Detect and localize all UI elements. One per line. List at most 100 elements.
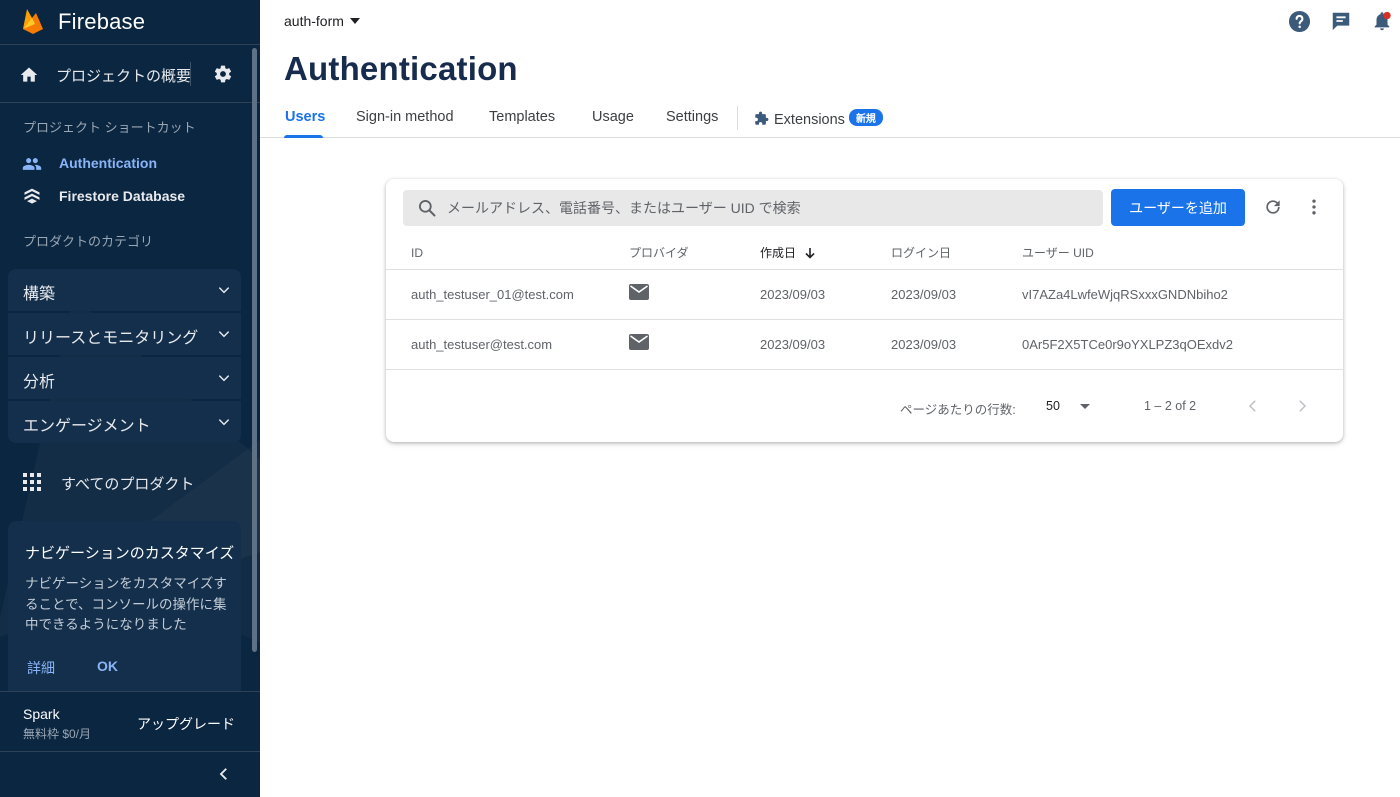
categories-section-title: プロダクトのカテゴリ [23, 234, 154, 249]
search-icon [419, 200, 436, 217]
firebase-logo-icon[interactable] [22, 7, 44, 35]
table-row[interactable]: auth_testuser@test.com 2023/09/03 2023/0… [386, 319, 1343, 370]
category-build[interactable]: 構築 [8, 269, 241, 311]
plan-panel: Spark 無料枠 $0/月 アップグレード [0, 691, 260, 752]
category-label: エンゲージメント [23, 418, 151, 435]
rows-per-page-select[interactable]: 50 [1046, 399, 1060, 413]
column-header-uid[interactable]: ユーザー UID [1022, 237, 1343, 270]
customize-navigation-card: ナビゲーションのカスタマイズ ナビゲーションをカスタマイズすることで、コンソール… [8, 521, 241, 691]
chevron-down-icon [218, 287, 230, 294]
category-label: 構築 [23, 286, 56, 303]
users-card: ユーザーを追加 ID プロバイダ 作成日 ログイン日 ユーザー UID auth… [386, 179, 1343, 442]
feedback-icon[interactable] [1330, 10, 1352, 32]
overview-divider [190, 62, 191, 86]
plan-name: Spark [23, 706, 60, 722]
category-analytics[interactable]: 分析 [8, 357, 241, 399]
cell-uid: vI7AZa4LwfeWjqRSxxxGNDNbiho2 [1022, 269, 1343, 320]
plan-subtitle: 無料枠 $0/月 [23, 727, 92, 741]
customize-title: ナビゲーションのカスタマイズ [25, 545, 235, 562]
sidebar-scrollbar[interactable] [252, 48, 257, 652]
chevron-right-icon[interactable] [1293, 397, 1311, 415]
extension-puzzle-icon [755, 111, 769, 125]
tab-users[interactable]: Users [285, 109, 325, 125]
category-engagement[interactable]: エンゲージメント [8, 401, 241, 443]
notifications-icon[interactable] [1371, 10, 1393, 32]
chevron-down-icon [218, 375, 230, 382]
gear-icon[interactable] [213, 64, 233, 84]
project-overview-row[interactable]: プロジェクトの概要 [0, 46, 260, 103]
people-icon [22, 158, 42, 170]
cell-provider [629, 269, 760, 320]
pagination: ページあたりの行数: 50 1 – 2 of 2 [386, 393, 1343, 419]
project-name: auth-form [284, 13, 344, 29]
help-icon[interactable] [1288, 10, 1311, 33]
column-header-created[interactable]: 作成日 [760, 237, 891, 270]
all-products-label: すべてのプロダクト [61, 476, 195, 493]
users-table: ID プロバイダ 作成日 ログイン日 ユーザー UID auth_testuse… [386, 237, 1343, 370]
tab-bar: Users Sign-in method Templates Usage Set… [260, 96, 1400, 138]
search-bar[interactable] [403, 190, 1103, 226]
search-input[interactable] [447, 190, 1087, 226]
dropdown-caret-icon [349, 18, 360, 24]
mail-icon [629, 284, 649, 301]
cell-created: 2023/09/03 [760, 319, 891, 370]
sidebar: Firebase プロジェクトの概要 プロジェクト ショートカット Authen… [0, 0, 260, 797]
column-header-created-label: 作成日 [760, 246, 797, 261]
category-label: リリースとモニタリング [23, 330, 199, 347]
chevron-down-icon [218, 419, 230, 426]
tab-sign-in-method[interactable]: Sign-in method [356, 109, 454, 125]
arrow-down-icon [805, 248, 815, 259]
sidebar-item-label: Firestore Database [59, 188, 186, 204]
dropdown-caret-icon[interactable] [1080, 404, 1090, 409]
main-content: auth-form Authentication Users Sign-in m… [260, 0, 1400, 797]
cell-id: auth_testuser_01@test.com [386, 269, 629, 320]
sidebar-item-label: Authentication [59, 155, 157, 171]
ok-button[interactable]: OK [97, 658, 118, 674]
home-icon [20, 67, 38, 82]
cell-id: auth_testuser@test.com [386, 319, 629, 370]
cell-uid: 0Ar5F2X5TCe0r9oYXLPZ3qOExdv2 [1022, 319, 1343, 370]
tab-extensions[interactable]: Extensions 新規 [754, 109, 883, 128]
category-release-monitor[interactable]: リリースとモニタリング [8, 313, 241, 355]
tab-usage[interactable]: Usage [592, 109, 634, 125]
details-link[interactable]: 詳細 [27, 658, 55, 678]
apps-grid-icon [23, 473, 41, 491]
add-user-button[interactable]: ユーザーを追加 [1111, 189, 1245, 226]
category-label: 分析 [23, 374, 56, 391]
column-header-id[interactable]: ID [386, 237, 629, 270]
tab-extensions-label: Extensions [774, 112, 845, 128]
firestore-icon [24, 188, 40, 204]
chevron-left-icon[interactable] [215, 765, 233, 783]
shortcuts-section-title: プロジェクト ショートカット [23, 120, 196, 135]
project-overview-label: プロジェクトの概要 [56, 68, 192, 85]
page-range: 1 – 2 of 2 [1144, 399, 1197, 413]
sidebar-item-authentication[interactable]: Authentication [0, 149, 260, 179]
cell-signed-in: 2023/09/03 [891, 269, 1022, 320]
cell-created: 2023/09/03 [760, 269, 891, 320]
table-header-row: ID プロバイダ 作成日 ログイン日 ユーザー UID [386, 237, 1343, 270]
tab-settings[interactable]: Settings [666, 109, 718, 125]
tab-templates[interactable]: Templates [489, 109, 555, 125]
column-header-signed-in[interactable]: ログイン日 [891, 237, 1022, 270]
new-badge: 新規 [848, 109, 883, 126]
tab-divider [737, 106, 738, 130]
cell-signed-in: 2023/09/03 [891, 319, 1022, 370]
chevron-down-icon [218, 331, 230, 338]
cell-provider [629, 319, 760, 370]
active-tab-indicator [284, 135, 323, 138]
sidebar-item-firestore[interactable]: Firestore Database [0, 182, 260, 212]
upgrade-button[interactable]: アップグレード [137, 714, 235, 734]
customize-body: ナビゲーションをカスタマイズすることで、コンソールの操作に集中できるようになりま… [25, 576, 227, 632]
table-row[interactable]: auth_testuser_01@test.com 2023/09/03 202… [386, 269, 1343, 320]
project-selector[interactable]: auth-form [284, 13, 360, 29]
all-products-link[interactable]: すべてのプロダクト [0, 462, 260, 502]
column-header-provider[interactable]: プロバイダ [629, 237, 760, 270]
rows-per-page-label: ページあたりの行数: [900, 403, 1016, 417]
sidebar-header: Firebase [0, 0, 260, 45]
page-title: Authentication [284, 50, 518, 87]
chevron-left-icon[interactable] [1244, 397, 1262, 415]
more-vert-icon[interactable] [1304, 197, 1324, 217]
mail-icon [629, 334, 649, 351]
brand-name[interactable]: Firebase [58, 9, 145, 35]
refresh-icon[interactable] [1263, 197, 1283, 217]
